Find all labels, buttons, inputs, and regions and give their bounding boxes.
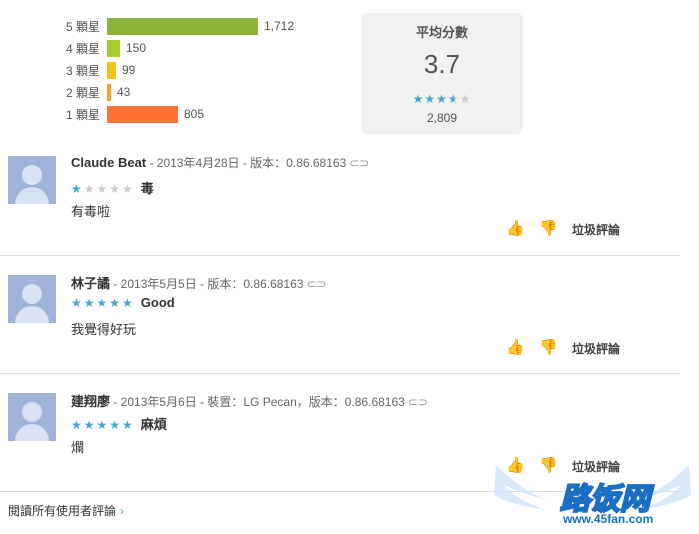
read-all-label: 閱讀所有使用者評論: [8, 504, 117, 518]
review-title: Good: [140, 295, 175, 310]
star-icon: ★: [424, 92, 437, 106]
avatar[interactable]: [8, 393, 56, 441]
rating-count: 2,809: [426, 111, 458, 125]
histogram-row-1: 1 顆星 805: [0, 104, 360, 124]
histogram-count: 150: [126, 41, 147, 55]
divider: [0, 373, 680, 374]
review-title: 毒: [140, 181, 154, 196]
review-title: 麻煩: [140, 417, 167, 432]
histogram-label: 4 顆星: [66, 42, 101, 56]
review-body: 爛: [71, 440, 85, 455]
histogram-count: 1,712: [264, 19, 295, 33]
avatar[interactable]: [8, 275, 56, 323]
thumbs-down-icon[interactable]: 👎: [539, 338, 558, 356]
star-empty-icon: ★: [459, 92, 472, 106]
read-all-reviews-link[interactable]: 閱讀所有使用者評論 ›: [8, 502, 124, 519]
review-meta: - 2013年5月5日 - 版本：0.86.68163: [110, 277, 304, 291]
review-header: 林子譎 - 2013年5月5日 - 版本：0.86.68163 ⊂⊃: [71, 273, 327, 292]
histogram-row-2: 2 顆星 43: [0, 82, 360, 102]
average-stars: ★★★★★: [361, 92, 523, 106]
histogram-row-3: 3 顆星 99: [0, 60, 360, 80]
stars-empty-icon: ★★★★: [83, 182, 135, 196]
review-meta: - 2013年4月28日 - 版本：0.86.68163: [146, 156, 347, 170]
spam-report-link[interactable]: 垃圾評論: [572, 340, 620, 357]
thumbs-up-icon[interactable]: 👍: [506, 219, 525, 237]
histogram-bar: [107, 106, 178, 123]
review-header: 建翔廖 - 2013年5月6日 - 裝置：LG Pecan，版本：0.86.68…: [71, 391, 428, 410]
thumbs-up-icon[interactable]: 👍: [506, 338, 525, 356]
histogram-count: 99: [122, 63, 136, 77]
review-header: Claude Beat - 2013年4月28日 - 版本：0.86.68163…: [71, 154, 369, 171]
histogram-label: 3 顆星: [66, 64, 101, 78]
half-star-icon: ★: [447, 92, 460, 106]
review-author[interactable]: 林子譎: [71, 276, 110, 291]
star-icon: ★: [436, 92, 448, 106]
histogram-count: 805: [184, 107, 205, 121]
review-body: 我覺得好玩: [71, 322, 137, 337]
review-author[interactable]: Claude Beat: [71, 155, 146, 170]
average-value: 3.7: [423, 49, 461, 79]
spam-report-link[interactable]: 垃圾評論: [572, 221, 620, 238]
average-title: 平均分數: [415, 25, 468, 40]
histogram-bar: [107, 18, 258, 35]
stars-filled-icon: ★: [71, 182, 84, 196]
histogram-row-5: 5 顆星 1,712: [0, 16, 360, 36]
average-rating-box: 平均分數 3.7 ★★★★★ 2,809: [361, 13, 523, 134]
avatar[interactable]: [8, 156, 56, 204]
review-author[interactable]: 建翔廖: [71, 394, 110, 409]
watermark-url: www.45fan.com: [563, 512, 654, 526]
review-rating: ★★★★★ 麻煩: [71, 414, 167, 433]
thumbs-down-icon[interactable]: 👎: [539, 219, 558, 237]
histogram-bar: [107, 84, 111, 101]
histogram-label: 1 顆星: [66, 108, 101, 122]
review-body: 有毒啦: [71, 204, 111, 219]
permalink-icon[interactable]: ⊂⊃: [349, 156, 369, 170]
histogram-bar: [107, 62, 116, 79]
divider: [0, 255, 680, 256]
histogram-row-4: 4 顆星 150: [0, 38, 360, 58]
stars-filled-icon: ★★★★★: [71, 418, 135, 432]
permalink-icon[interactable]: ⊂⊃: [306, 277, 326, 291]
permalink-icon[interactable]: ⊂⊃: [408, 395, 428, 409]
histogram-label: 5 顆星: [66, 20, 101, 34]
chevron-right-icon: ›: [120, 504, 125, 518]
histogram-bar: [107, 40, 120, 57]
histogram-label: 2 顆星: [66, 86, 101, 100]
review-rating: ★★★★★ Good: [71, 295, 175, 310]
review-meta: - 2013年5月6日 - 裝置：LG Pecan，版本：0.86.68163: [110, 395, 405, 409]
stars-filled-icon: ★★★★★: [71, 296, 135, 310]
histogram-count: 43: [117, 85, 131, 99]
review-rating: ★★★★★ 毒: [71, 178, 154, 197]
star-icon: ★: [412, 92, 425, 106]
